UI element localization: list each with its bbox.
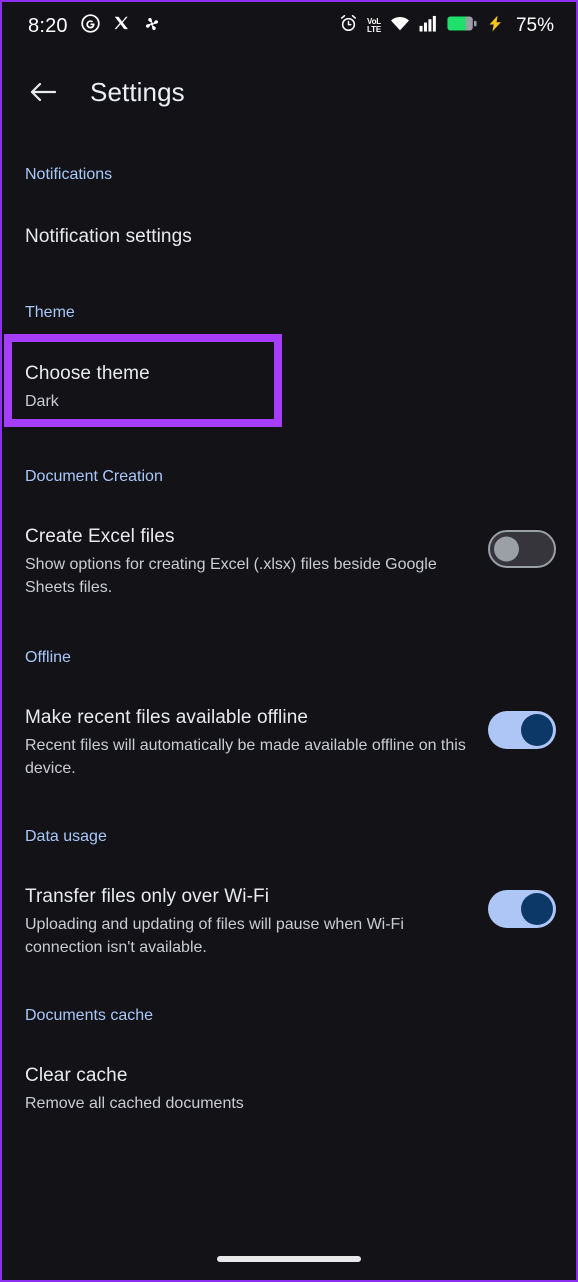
x-twitter-icon: [113, 15, 130, 37]
battery-percentage: 75%: [515, 15, 554, 36]
setting-title: Make recent files available offline: [25, 707, 309, 728]
setting-row-transfer-over-wifi[interactable]: Transfer files only over Wi-Fi Uploading…: [2, 884, 576, 959]
alarm-icon: [339, 14, 358, 38]
battery-icon: [447, 15, 477, 37]
setting-subtitle: Uploading and updating of files will pau…: [25, 916, 404, 956]
setting-subtitle: Show options for creating Excel (.xlsx) …: [25, 556, 437, 596]
wifi-icon: [390, 15, 410, 37]
toggle-knob: [494, 536, 519, 562]
toggle-transfer-over-wifi[interactable]: [488, 890, 556, 928]
toggle-create-excel-files[interactable]: [488, 530, 556, 568]
section-header-data-usage: Data usage: [25, 828, 107, 845]
app-bar: Settings: [2, 50, 576, 134]
page-title: Settings: [90, 76, 185, 107]
volte-icon: VoL LTE: [367, 17, 381, 35]
signal-bars-icon: [419, 15, 438, 37]
setting-title: Transfer files only over Wi-Fi: [25, 886, 270, 907]
toggle-knob: [521, 893, 553, 925]
setting-text: Clear cache Remove all cached documents: [25, 1063, 556, 1115]
setting-subtitle: Dark: [25, 393, 59, 410]
pinwheel-icon: [143, 15, 161, 38]
setting-subtitle: Remove all cached documents: [25, 1095, 244, 1112]
setting-text: Notification settings: [25, 224, 556, 250]
section-header-notifications: Notifications: [25, 166, 113, 183]
setting-title: Create Excel files: [25, 526, 175, 547]
status-bar: 8:20 VoL LTE 75%: [2, 2, 576, 50]
setting-title: Clear cache: [25, 1065, 128, 1086]
setting-row-create-excel-files[interactable]: Create Excel files Show options for crea…: [2, 524, 576, 599]
section-header-document-creation: Document Creation: [25, 468, 163, 485]
section-header-offline: Offline: [25, 649, 71, 666]
setting-title: Notification settings: [25, 226, 192, 247]
setting-row-make-recent-files-offline[interactable]: Make recent files available offline Rece…: [2, 705, 576, 780]
section-header-theme: Theme: [25, 304, 75, 321]
status-clock: 8:20: [28, 14, 68, 37]
volte-bottom-label: LTE: [367, 25, 381, 34]
setting-title: Choose theme: [25, 363, 150, 384]
charging-bolt-icon: [486, 14, 505, 38]
setting-text: Create Excel files Show options for crea…: [25, 524, 474, 599]
home-indicator[interactable]: [217, 1256, 361, 1262]
back-arrow-icon[interactable]: [28, 77, 58, 107]
setting-row-notification-settings[interactable]: Notification settings: [2, 224, 576, 250]
status-bar-right: VoL LTE 75%: [339, 14, 554, 38]
status-bar-left: 8:20: [28, 14, 161, 38]
phone-screen: 8:20 VoL LTE 75% Settings Notifications …: [0, 0, 578, 1282]
setting-text: Choose theme Dark: [25, 361, 556, 413]
setting-text: Make recent files available offline Rece…: [25, 705, 474, 780]
setting-row-choose-theme[interactable]: Choose theme Dark: [2, 361, 576, 413]
google-circle-icon: [81, 14, 100, 38]
settings-list: Notifications Notification settings Them…: [2, 134, 576, 1228]
toggle-make-recent-files-offline[interactable]: [488, 711, 556, 749]
toggle-knob: [521, 714, 553, 746]
setting-text: Transfer files only over Wi-Fi Uploading…: [25, 884, 474, 959]
section-header-documents-cache: Documents cache: [25, 1007, 154, 1024]
setting-row-clear-cache[interactable]: Clear cache Remove all cached documents: [2, 1063, 576, 1115]
setting-subtitle: Recent files will automatically be made …: [25, 737, 466, 777]
